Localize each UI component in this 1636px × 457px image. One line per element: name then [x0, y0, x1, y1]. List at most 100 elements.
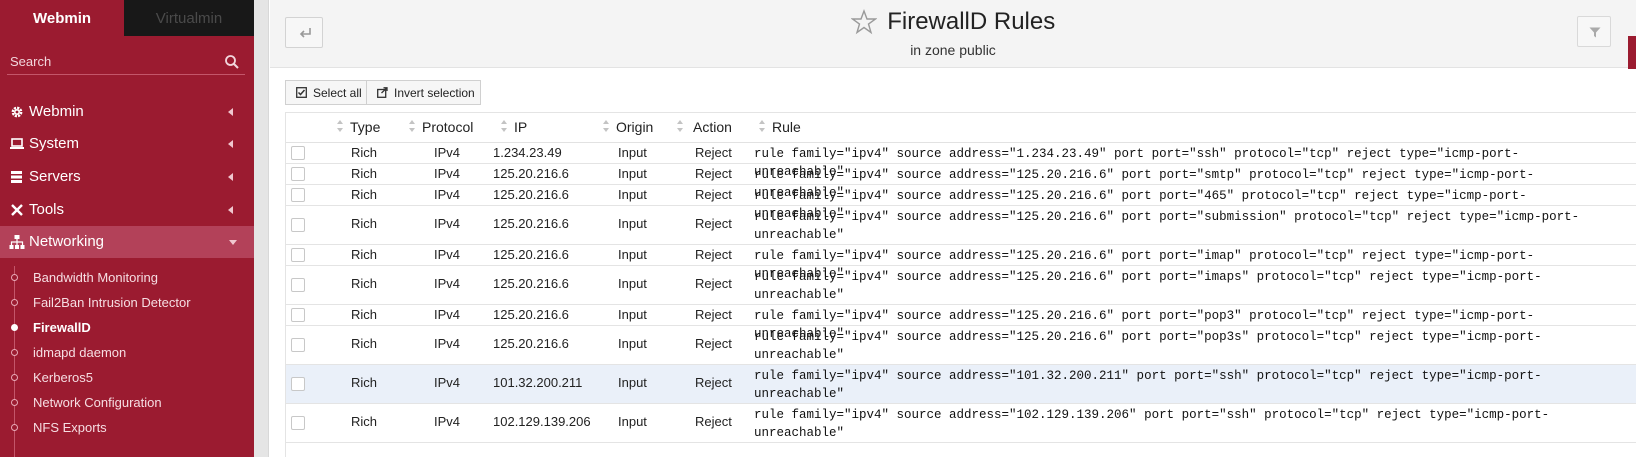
sidebar-item-firewalld[interactable]: FirewallD — [0, 316, 254, 340]
table-row[interactable]: Rich IPv4 125.20.216.6 Input Reject rule fami… — [286, 185, 1636, 221]
cell-ip: 125.20.216.6 — [493, 187, 569, 202]
sidebar-item-label: idmapd daemon — [33, 345, 127, 360]
row-checkbox[interactable] — [291, 167, 305, 181]
bullet-icon — [11, 374, 18, 381]
row-checkbox[interactable] — [291, 308, 305, 322]
sidebar-item-kerberos5[interactable]: Kerberos5 — [0, 366, 254, 390]
sort-icon[interactable] — [408, 119, 416, 133]
row-checkbox[interactable] — [291, 248, 305, 262]
sort-icon[interactable] — [676, 119, 684, 133]
cell-action: Reject — [695, 375, 732, 390]
tab-webmin[interactable]: Webmin — [0, 0, 124, 36]
bullet-icon — [11, 299, 18, 306]
gear-icon — [11, 106, 23, 118]
sidebar-item-label: Fail2Ban Intrusion Detector — [33, 295, 191, 310]
caret-down-icon — [229, 240, 237, 245]
column-header-rule[interactable]: Rule — [772, 119, 801, 135]
table-row[interactable]: Rich IPv4 125.20.216.6 Input Reject rule fami… — [286, 164, 1636, 200]
cell-type: Rich — [351, 187, 378, 202]
column-header-origin[interactable]: Origin — [616, 119, 653, 135]
cell-origin: Input — [618, 247, 647, 262]
caret-left-icon — [228, 173, 233, 181]
table-row[interactable]: Rich IPv4 1.234.23.49 Input Reject rule famil… — [286, 143, 1636, 179]
sort-icon[interactable] — [602, 119, 610, 133]
sidebar-scrollbar[interactable] — [254, 0, 269, 457]
row-checkbox[interactable] — [291, 188, 305, 202]
search-underline — [7, 74, 245, 75]
row-checkbox[interactable] — [291, 377, 305, 391]
cell-action: Reject — [695, 166, 732, 181]
table-row[interactable]: Rich IPv4 125.20.216.6 Input Reject rule fami… — [286, 326, 1636, 365]
menu-item-system[interactable]: System — [0, 128, 254, 160]
cell-ip: 125.20.216.6 — [493, 276, 569, 291]
cell-protocol: IPv4 — [434, 187, 461, 202]
select-all-button[interactable]: Select all — [285, 80, 367, 105]
menu-item-webmin[interactable]: Webmin — [0, 96, 254, 128]
sidebar-item-bandwidth-monitoring[interactable]: Bandwidth Monitoring — [0, 266, 254, 290]
sidebar-item-label: Network Configuration — [33, 395, 162, 410]
laptop-icon — [10, 138, 24, 149]
sidebar-item-label: FirewallD — [33, 320, 91, 335]
cell-rule: rule family="ipv4" source address="125.2… — [754, 330, 1542, 362]
bullet-icon — [11, 324, 18, 331]
sidebar-item-fail2ban[interactable]: Fail2Ban Intrusion Detector — [0, 291, 254, 315]
row-checkbox[interactable] — [291, 146, 305, 160]
table-row[interactable]: Rich IPv4 101.32.200.211 Input Reject rule fa… — [286, 365, 1636, 404]
check-square-icon — [296, 87, 307, 98]
column-header-protocol[interactable]: Protocol — [422, 119, 473, 135]
cell-rule: rule family="ipv4" source address="125.2… — [754, 210, 1580, 242]
sidebar-item-idmapd[interactable]: idmapd daemon — [0, 341, 254, 365]
search-icon[interactable] — [224, 54, 240, 70]
row-checkbox[interactable] — [291, 416, 305, 430]
table-row[interactable]: Rich IPv4 102.129.139.206 Input Reject rule f… — [286, 404, 1636, 443]
cell-protocol: IPv4 — [434, 336, 461, 351]
sidebar-item-nfs-exports[interactable]: NFS Exports — [0, 416, 254, 440]
menu-item-networking[interactable]: Networking — [0, 226, 254, 258]
cell-origin: Input — [618, 166, 647, 181]
scroll-accent — [1628, 36, 1636, 69]
caret-left-icon — [228, 140, 233, 148]
column-header-action[interactable]: Action — [693, 119, 732, 135]
menu-item-label: Networking — [29, 233, 105, 250]
cell-protocol: IPv4 — [434, 216, 461, 231]
cell-protocol: IPv4 — [434, 375, 461, 390]
row-checkbox[interactable] — [291, 338, 305, 352]
main-content: FirewallD Rules in zone public Select al… — [270, 0, 1636, 457]
table-row[interactable]: Rich IPv4 125.20.216.6 Input Reject rule fami… — [286, 206, 1636, 245]
bullet-icon — [11, 274, 18, 281]
cell-origin: Input — [618, 276, 647, 291]
table-row[interactable]: Rich IPv4 125.20.216.6 Input Reject rule fami… — [286, 305, 1636, 341]
star-icon[interactable] — [850, 9, 877, 35]
cell-origin: Input — [618, 375, 647, 390]
cell-type: Rich — [351, 375, 378, 390]
tab-virtualmin[interactable]: Virtualmin — [124, 0, 254, 36]
cell-type: Rich — [351, 307, 378, 322]
menu-item-tools[interactable]: Tools — [0, 194, 254, 226]
sidebar-item-network-configuration[interactable]: Network Configuration — [0, 391, 254, 415]
table-row[interactable]: Rich IPv4 125.20.216.6 Input Reject rule fami… — [286, 245, 1636, 281]
invert-selection-label: Invert selection — [394, 86, 475, 100]
sort-icon[interactable] — [500, 119, 508, 133]
table-row[interactable]: Rich IPv4 125.20.216.6 Input Reject rule fami… — [286, 266, 1636, 305]
sort-icon[interactable] — [758, 119, 766, 133]
column-header-ip[interactable]: IP — [514, 119, 527, 135]
menu-item-label: Webmin — [29, 103, 84, 120]
menu-item-servers[interactable]: Servers — [0, 161, 254, 193]
row-checkbox[interactable] — [291, 278, 305, 292]
cell-protocol: IPv4 — [434, 166, 461, 181]
return-arrow-icon — [299, 28, 311, 38]
row-checkbox[interactable] — [291, 218, 305, 232]
back-button[interactable] — [285, 17, 323, 48]
page-title-wrap: FirewallD Rules — [670, 8, 1236, 36]
column-header-type[interactable]: Type — [350, 119, 380, 135]
cell-action: Reject — [695, 276, 732, 291]
cell-action: Reject — [695, 247, 732, 262]
menu-item-label: System — [29, 135, 80, 152]
cell-origin: Input — [618, 216, 647, 231]
filter-button[interactable] — [1577, 16, 1611, 47]
invert-selection-button[interactable]: Invert selection — [366, 80, 481, 105]
rules-table: Type Protocol IP Origin Action Rule Rich… — [285, 112, 1636, 457]
cell-action: Reject — [695, 187, 732, 202]
sidebar: Webmin Virtualmin Search Webmin System S… — [0, 0, 254, 457]
sort-icon[interactable] — [336, 119, 344, 133]
